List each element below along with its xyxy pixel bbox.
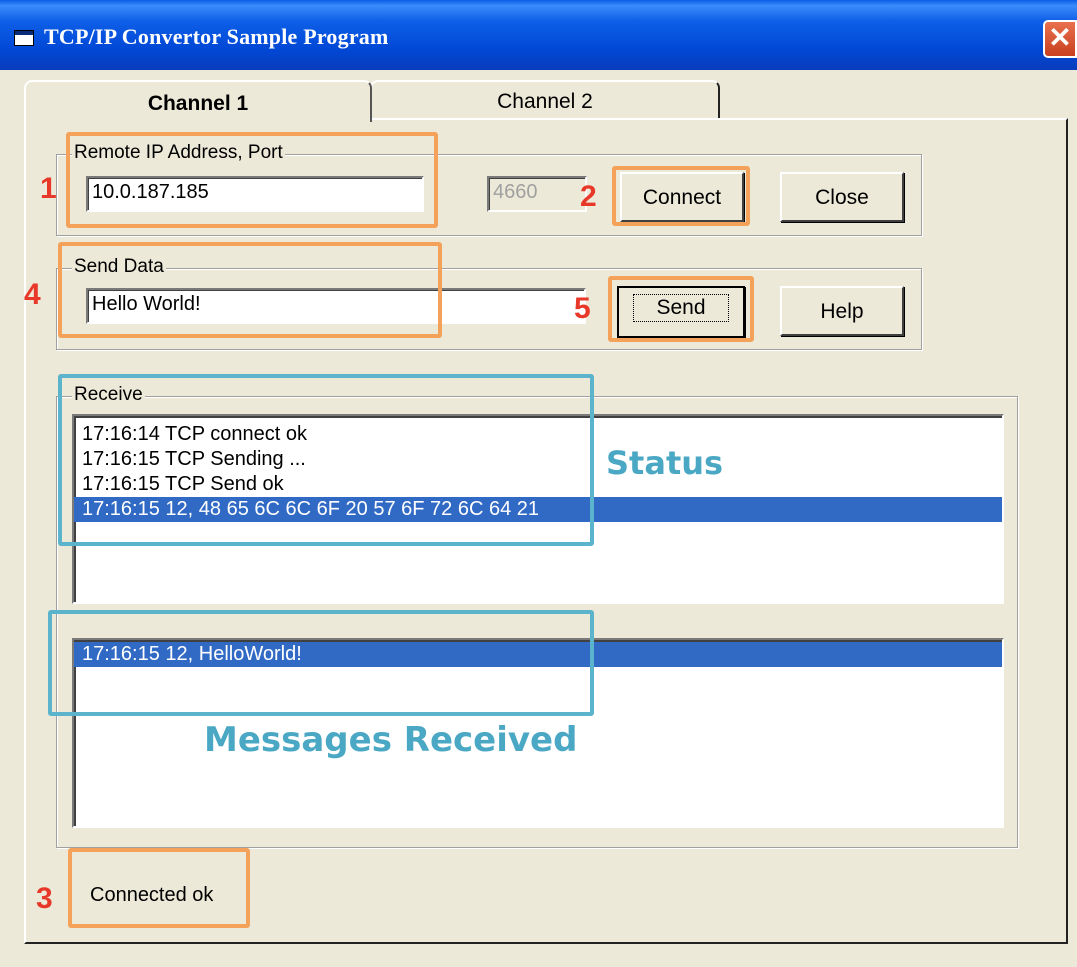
remote-ip-legend: Remote IP Address, Port: [72, 142, 285, 164]
annotation-label-messages-received: Messages Received: [204, 720, 578, 760]
connect-button[interactable]: Connect: [620, 172, 744, 222]
window-title: TCP/IP Convertor Sample Program: [44, 24, 389, 49]
message-list-item-selected[interactable]: 17:16:15 12, HelloWorld!: [74, 642, 1002, 667]
connection-status-text: Connected ok: [90, 884, 214, 906]
remote-port-input[interactable]: 4660: [487, 176, 587, 212]
title-bar: TCP/IP Convertor Sample Program ✕: [0, 0, 1077, 70]
annotation-number-5: 5: [574, 292, 591, 325]
annotation-number-4: 4: [24, 278, 41, 311]
tab-channel-2[interactable]: Channel 2: [370, 80, 720, 118]
annotation-number-2: 2: [580, 180, 597, 213]
help-button[interactable]: Help: [780, 286, 904, 336]
send-button[interactable]: Send: [617, 286, 745, 338]
app-window-icon: [14, 30, 34, 46]
status-list-item[interactable]: 17:16:15 TCP Sending ...: [74, 447, 1002, 472]
send-data-input[interactable]: Hello World!: [86, 288, 586, 324]
annotation-number-3: 3: [36, 882, 53, 915]
close-button[interactable]: Close: [780, 172, 904, 222]
status-list-item-selected[interactable]: 17:16:15 12, 48 65 6C 6C 6F 20 57 6F 72 …: [74, 497, 1002, 522]
receive-legend: Receive: [72, 384, 145, 406]
status-listbox[interactable]: 17:16:14 TCP connect ok 17:16:15 TCP Sen…: [72, 414, 1004, 604]
status-list-item[interactable]: 17:16:15 TCP Send ok: [74, 472, 1002, 497]
annotation-label-status: Status: [606, 444, 724, 482]
send-data-legend: Send Data: [72, 256, 166, 278]
status-list-item[interactable]: 17:16:14 TCP connect ok: [74, 422, 1002, 447]
send-button-label: Send: [633, 294, 729, 322]
tab-channel-1[interactable]: Channel 1: [24, 80, 372, 122]
annotation-number-1: 1: [40, 172, 57, 205]
remote-ip-input[interactable]: 10.0.187.185: [86, 176, 424, 212]
close-window-icon[interactable]: ✕: [1043, 20, 1077, 58]
